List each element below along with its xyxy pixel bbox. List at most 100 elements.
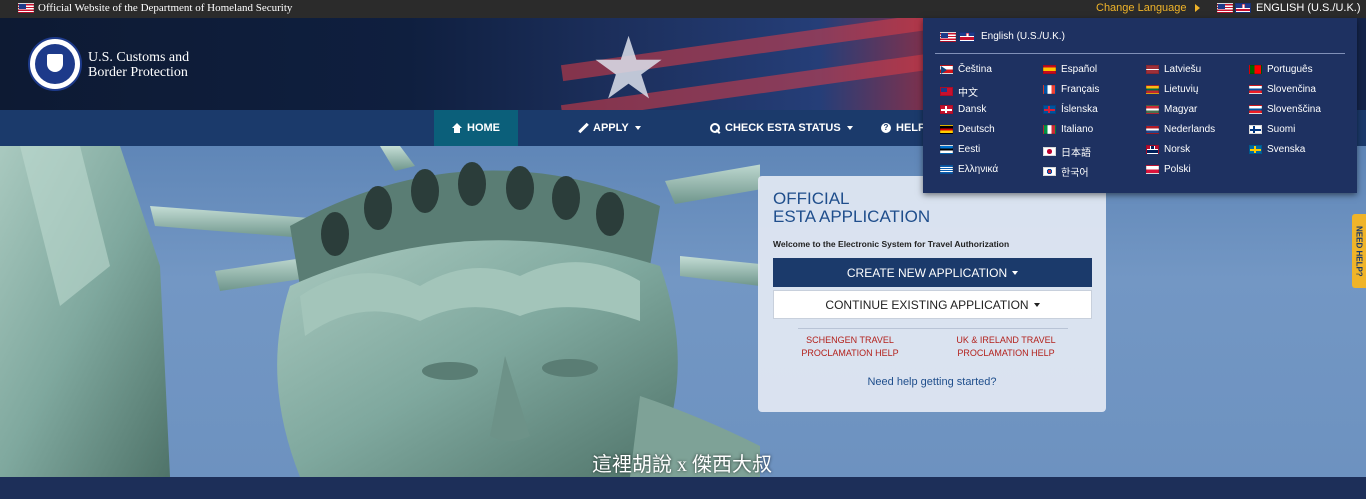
sweden-flag-icon	[1249, 145, 1262, 154]
language-label: Polski	[1164, 164, 1191, 175]
language-option[interactable]: 한국어	[1043, 164, 1089, 179]
schengen-line2: PROCLAMATION HELP	[801, 348, 899, 358]
language-option[interactable]: Français	[1043, 84, 1099, 95]
card-title-line1: OFFICIAL	[773, 189, 850, 208]
language-label: Čeština	[958, 64, 992, 75]
language-option-english-label: English (U.S./U.K.)	[981, 31, 1065, 42]
us-flag-icon	[18, 3, 34, 13]
language-option[interactable]: 日本語	[1043, 144, 1091, 159]
poland-flag-icon	[1146, 165, 1159, 174]
watermark-text: 這裡胡說 x 傑西大叔	[592, 454, 772, 476]
language-option[interactable]: 中文	[940, 84, 978, 99]
language-label: Español	[1061, 64, 1098, 75]
footer-band	[0, 477, 1366, 499]
change-language-button[interactable]: Change Language	[1096, 2, 1200, 14]
language-label: Magyar	[1164, 104, 1198, 115]
flag-star-icon: ★	[590, 21, 668, 110]
slovenia-flag-icon	[1249, 105, 1262, 114]
pencil-icon	[578, 123, 588, 133]
us-flag-icon	[940, 31, 956, 42]
create-button-label: CREATE NEW APPLICATION	[846, 265, 1008, 280]
language-option[interactable]: Português	[1249, 64, 1313, 75]
current-language-toggle[interactable]: ENGLISH (U.S./U.K.)	[1217, 2, 1361, 14]
create-new-application-button[interactable]: CREATE NEW APPLICATION	[773, 258, 1092, 287]
chevron-down-icon	[1033, 302, 1040, 307]
uk-ireland-proclamation-help-link[interactable]: UK & IRELAND TRAVEL PROCLAMATION HELP	[926, 334, 1086, 360]
japan-flag-icon	[1043, 147, 1056, 156]
language-option[interactable]: Español	[1043, 64, 1097, 75]
uk-flag-icon	[959, 31, 975, 42]
language-label: 한국어	[1061, 168, 1089, 179]
need-help-side-tab[interactable]: NEED HELP?	[1352, 214, 1366, 288]
language-label: Íslenska	[1061, 104, 1098, 115]
language-option[interactable]: Ελληνικά	[940, 164, 998, 175]
language-option[interactable]: Slovenčina	[1249, 84, 1316, 95]
hero-banner	[0, 146, 1366, 477]
language-option[interactable]: Latviešu	[1146, 64, 1201, 75]
language-label: Norsk	[1164, 144, 1191, 155]
language-label: Slovenščina	[1267, 104, 1321, 115]
chevron-down-icon	[846, 126, 853, 130]
nav-home[interactable]: HOME	[434, 110, 518, 146]
dhs-seal-logo[interactable]	[28, 37, 82, 91]
continue-button-label: CONTINUE EXISTING APPLICATION	[825, 297, 1029, 312]
nav-check-status[interactable]: CHECK ESTA STATUS	[710, 110, 853, 146]
norway-flag-icon	[1146, 145, 1159, 154]
language-option[interactable]: Lietuvių	[1146, 84, 1198, 95]
schengen-proclamation-help-link[interactable]: SCHENGEN TRAVEL PROCLAMATION HELP	[778, 334, 922, 360]
language-option[interactable]: Polski	[1146, 164, 1191, 175]
language-label: Português	[1267, 64, 1313, 75]
language-option[interactable]: Dansk	[940, 104, 986, 115]
official-site-notice: Official Website of the Department of Ho…	[18, 2, 292, 14]
language-option[interactable]: Slovenščina	[1249, 104, 1321, 115]
official-banner: Official Website of the Department of Ho…	[0, 0, 1366, 18]
card-title: OFFICIAL ESTA APPLICATION	[773, 190, 930, 226]
language-label: Ελληνικά	[958, 164, 999, 175]
language-label: Suomi	[1267, 124, 1296, 135]
language-menu-divider	[935, 53, 1345, 54]
need-help-getting-started-link[interactable]: Need help getting started?	[758, 376, 1106, 388]
current-language-label: ENGLISH (U.S./U.K.)	[1256, 2, 1361, 14]
language-option[interactable]: Suomi	[1249, 124, 1295, 135]
search-icon	[710, 123, 720, 133]
iceland-flag-icon	[1043, 105, 1056, 114]
welcome-text: Welcome to the Electronic System for Tra…	[773, 239, 1010, 249]
language-option[interactable]: Italiano	[1043, 124, 1093, 135]
nav-help[interactable]: ? HELP	[881, 110, 925, 146]
estonia-flag-icon	[940, 145, 953, 154]
official-site-text: Official Website of the Department of Ho…	[38, 2, 293, 14]
nav-help-label: HELP	[896, 122, 926, 134]
nav-apply[interactable]: APPLY	[578, 110, 641, 146]
greece-flag-icon	[940, 165, 953, 174]
caret-right-icon	[1194, 4, 1200, 12]
language-option[interactable]: Magyar	[1146, 104, 1197, 115]
italy-flag-icon	[1043, 125, 1056, 134]
language-option[interactable]: Svenska	[1249, 144, 1305, 155]
hungary-flag-icon	[1146, 105, 1159, 114]
language-label: Dansk	[958, 104, 987, 115]
continue-existing-application-button[interactable]: CONTINUE EXISTING APPLICATION	[773, 290, 1092, 319]
language-option[interactable]: Íslenska	[1043, 104, 1098, 115]
language-option[interactable]: Norsk	[1146, 144, 1190, 155]
language-option[interactable]: Nederlands	[1146, 124, 1215, 135]
language-label: Eesti	[958, 144, 981, 155]
brand-name[interactable]: U.S. Customs and Border Protection	[88, 50, 189, 80]
language-dropdown-menu: English (U.S./U.K.) Čeština Español Latv…	[923, 18, 1357, 193]
language-option[interactable]: Eesti	[940, 144, 980, 155]
portugal-flag-icon	[1249, 65, 1262, 74]
language-option[interactable]: Deutsch	[940, 124, 995, 135]
language-label: Deutsch	[958, 124, 995, 135]
language-option-english[interactable]: English (U.S./U.K.)	[940, 31, 1065, 42]
latvia-flag-icon	[1146, 65, 1159, 74]
language-option[interactable]: Čeština	[940, 64, 992, 75]
change-language-label: Change Language	[1096, 2, 1187, 14]
korea-flag-icon	[1043, 167, 1056, 176]
esta-application-card: OFFICIAL ESTA APPLICATION Welcome to the…	[758, 176, 1106, 412]
question-icon: ?	[881, 123, 891, 133]
language-label: Italiano	[1061, 124, 1094, 135]
card-divider	[798, 328, 1068, 329]
schengen-line1: SCHENGEN TRAVEL	[806, 335, 894, 345]
germany-flag-icon	[940, 125, 953, 134]
language-label: Nederlands	[1164, 124, 1216, 135]
nav-check-status-label: CHECK ESTA STATUS	[725, 122, 841, 134]
